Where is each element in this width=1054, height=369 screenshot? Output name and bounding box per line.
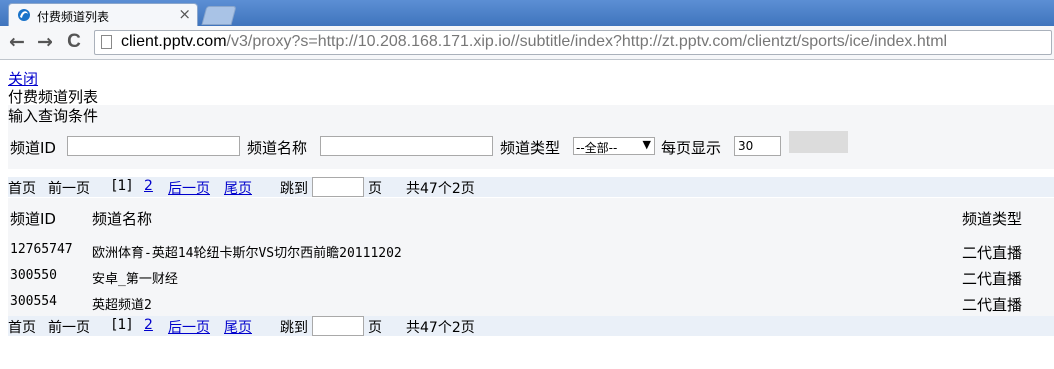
dropdown-arrow-icon: ▼ (642, 138, 651, 151)
cell-channel-id: 300550 (10, 268, 57, 283)
pager-current: [1] (112, 317, 132, 333)
column-header-id: 频道ID (10, 210, 56, 228)
pager-last-link[interactable]: 尾页 (224, 178, 252, 198)
query-title: 输入查询条件 (8, 107, 99, 125)
pager-prev: 前一页 (48, 320, 90, 336)
column-header-type: 频道类型 (962, 210, 1023, 228)
channel-table: 频道ID 频道名称 频道类型 12765747 欧洲体育-英超14轮纽卡斯尔VS… (8, 198, 1054, 316)
close-tab-icon[interactable]: × (178, 5, 191, 23)
pager-jump-label: 跳到 (280, 181, 308, 197)
pager-next-link[interactable]: 后一页 (168, 178, 210, 198)
channel-name-input[interactable] (320, 136, 493, 156)
pager-next-link[interactable]: 后一页 (168, 317, 210, 337)
channel-id-input[interactable] (67, 136, 240, 156)
forward-icon[interactable]: → (34, 31, 56, 53)
table-row: 300550 安卓_第一财经 二代直播 (8, 268, 1054, 294)
tab-title: 付费频道列表 (37, 10, 110, 24)
page-content: 关闭 付费频道列表 输入查询条件 频道ID 频道名称 频道类型 --全部-- ▼… (0, 61, 1054, 369)
pager-summary: 共47个2页 (406, 320, 475, 336)
pager-jump-input[interactable] (312, 177, 364, 197)
cell-channel-type: 二代直播 (962, 244, 1023, 262)
channel-type-selected: --全部-- (576, 141, 618, 155)
column-header-name: 频道名称 (92, 210, 153, 228)
cell-channel-name: 英超频道2 (92, 298, 152, 313)
cell-channel-type: 二代直播 (962, 270, 1023, 288)
url-path: /v3/proxy?s=http://10.208.168.171.xip.io… (226, 33, 948, 50)
search-button[interactable] (789, 131, 848, 153)
table-row: 12765747 欧洲体育-英超14轮纽卡斯尔VS切尔西前瞻20111202 二… (8, 242, 1054, 268)
pager-jump-input[interactable] (312, 316, 364, 336)
channel-type-select[interactable]: --全部-- ▼ (573, 137, 655, 155)
per-page-input[interactable] (734, 136, 781, 156)
query-panel: 输入查询条件 频道ID 频道名称 频道类型 --全部-- ▼ 每页显示 (8, 105, 1054, 169)
pager-page-unit: 页 (368, 320, 382, 336)
url-host: client.pptv.com (121, 33, 227, 50)
address-bar[interactable]: client.pptv.com/v3/proxy?s=http://10.208… (94, 30, 1052, 55)
pptv-swirl-icon (18, 9, 30, 21)
pager-prev: 前一页 (48, 181, 90, 197)
page-icon (101, 35, 112, 49)
channel-id-label: 频道ID (10, 139, 56, 157)
pager-bottom: 首页 前一页 [1] 2 后一页 尾页 跳到 页 共47个2页 (8, 316, 1054, 336)
browser-toolbar: ← → C client.pptv.com/v3/proxy?s=http://… (0, 26, 1054, 60)
pager-page-unit: 页 (368, 181, 382, 197)
cell-channel-id: 12765747 (10, 242, 73, 257)
pager-current: [1] (112, 178, 132, 194)
reload-icon[interactable]: C (63, 31, 85, 53)
page-title: 付费频道列表 (8, 88, 99, 106)
back-icon[interactable]: ← (6, 31, 28, 53)
pager-top: 首页 前一页 [1] 2 后一页 尾页 跳到 页 共47个2页 (8, 177, 1054, 197)
cell-channel-type: 二代直播 (962, 296, 1023, 314)
pager-first: 首页 (8, 320, 36, 336)
pager-jump-label: 跳到 (280, 320, 308, 336)
channel-type-label: 频道类型 (500, 139, 561, 157)
cell-channel-id: 300554 (10, 294, 57, 309)
pager-summary: 共47个2页 (406, 181, 475, 197)
new-tab-button[interactable] (201, 6, 237, 25)
pager-first: 首页 (8, 181, 36, 197)
browser-tab[interactable]: 付费频道列表 × (8, 3, 198, 26)
cell-channel-name: 欧洲体育-英超14轮纽卡斯尔VS切尔西前瞻20111202 (92, 246, 402, 261)
address-url: client.pptv.com/v3/proxy?s=http://10.208… (121, 33, 947, 51)
cell-channel-name: 安卓_第一财经 (92, 272, 178, 287)
pager-page-2-link[interactable]: 2 (144, 317, 153, 333)
pager-last-link[interactable]: 尾页 (224, 317, 252, 337)
browser-tab-strip: 付费频道列表 × (0, 0, 1054, 26)
pager-page-2-link[interactable]: 2 (144, 178, 153, 194)
per-page-label: 每页显示 (661, 139, 722, 157)
channel-name-label: 频道名称 (247, 139, 308, 157)
